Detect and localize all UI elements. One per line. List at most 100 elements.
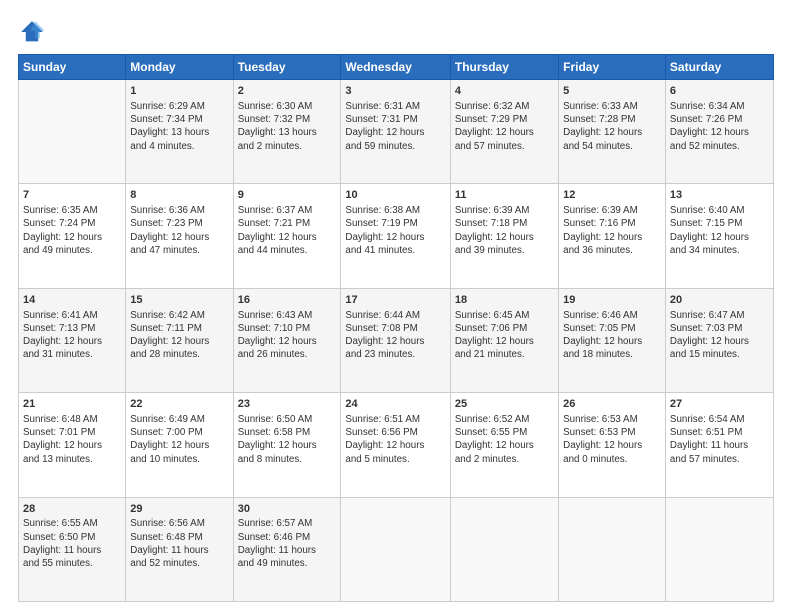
- calendar-cell: 15Sunrise: 6:42 AM Sunset: 7:11 PM Dayli…: [126, 288, 233, 392]
- day-info: Sunrise: 6:39 AM Sunset: 7:16 PM Dayligh…: [563, 204, 661, 257]
- day-number: 24: [345, 397, 445, 412]
- calendar-cell: 2Sunrise: 6:30 AM Sunset: 7:32 PM Daylig…: [233, 80, 341, 184]
- day-number: 29: [130, 502, 228, 517]
- weekday-header: Friday: [559, 55, 666, 80]
- day-info: Sunrise: 6:36 AM Sunset: 7:23 PM Dayligh…: [130, 204, 228, 257]
- calendar-cell: 14Sunrise: 6:41 AM Sunset: 7:13 PM Dayli…: [19, 288, 126, 392]
- day-number: 22: [130, 397, 228, 412]
- calendar-cell: 20Sunrise: 6:47 AM Sunset: 7:03 PM Dayli…: [665, 288, 773, 392]
- calendar-cell: 7Sunrise: 6:35 AM Sunset: 7:24 PM Daylig…: [19, 184, 126, 288]
- day-info: Sunrise: 6:50 AM Sunset: 6:58 PM Dayligh…: [238, 413, 337, 466]
- day-number: 13: [670, 188, 769, 203]
- day-number: 19: [563, 293, 661, 308]
- day-info: Sunrise: 6:37 AM Sunset: 7:21 PM Dayligh…: [238, 204, 337, 257]
- day-number: 4: [455, 84, 554, 99]
- calendar-cell: [450, 497, 558, 601]
- day-info: Sunrise: 6:34 AM Sunset: 7:26 PM Dayligh…: [670, 100, 769, 153]
- day-info: Sunrise: 6:43 AM Sunset: 7:10 PM Dayligh…: [238, 309, 337, 362]
- day-info: Sunrise: 6:38 AM Sunset: 7:19 PM Dayligh…: [345, 204, 445, 257]
- day-info: Sunrise: 6:29 AM Sunset: 7:34 PM Dayligh…: [130, 100, 228, 153]
- day-number: 26: [563, 397, 661, 412]
- weekday-header: Wednesday: [341, 55, 450, 80]
- calendar: SundayMondayTuesdayWednesdayThursdayFrid…: [18, 54, 774, 602]
- logo-icon: [18, 18, 46, 46]
- day-number: 18: [455, 293, 554, 308]
- day-info: Sunrise: 6:56 AM Sunset: 6:48 PM Dayligh…: [130, 517, 228, 570]
- calendar-cell: 9Sunrise: 6:37 AM Sunset: 7:21 PM Daylig…: [233, 184, 341, 288]
- day-info: Sunrise: 6:46 AM Sunset: 7:05 PM Dayligh…: [563, 309, 661, 362]
- day-number: 3: [345, 84, 445, 99]
- weekday-header: Tuesday: [233, 55, 341, 80]
- calendar-cell: 29Sunrise: 6:56 AM Sunset: 6:48 PM Dayli…: [126, 497, 233, 601]
- day-info: Sunrise: 6:57 AM Sunset: 6:46 PM Dayligh…: [238, 517, 337, 570]
- day-number: 8: [130, 188, 228, 203]
- calendar-cell: [665, 497, 773, 601]
- day-info: Sunrise: 6:51 AM Sunset: 6:56 PM Dayligh…: [345, 413, 445, 466]
- day-number: 10: [345, 188, 445, 203]
- day-info: Sunrise: 6:31 AM Sunset: 7:31 PM Dayligh…: [345, 100, 445, 153]
- day-number: 7: [23, 188, 121, 203]
- calendar-cell: 1Sunrise: 6:29 AM Sunset: 7:34 PM Daylig…: [126, 80, 233, 184]
- calendar-cell: 8Sunrise: 6:36 AM Sunset: 7:23 PM Daylig…: [126, 184, 233, 288]
- calendar-cell: [19, 80, 126, 184]
- day-number: 2: [238, 84, 337, 99]
- calendar-cell: 13Sunrise: 6:40 AM Sunset: 7:15 PM Dayli…: [665, 184, 773, 288]
- calendar-cell: 3Sunrise: 6:31 AM Sunset: 7:31 PM Daylig…: [341, 80, 450, 184]
- day-number: 5: [563, 84, 661, 99]
- calendar-cell: 5Sunrise: 6:33 AM Sunset: 7:28 PM Daylig…: [559, 80, 666, 184]
- calendar-cell: 26Sunrise: 6:53 AM Sunset: 6:53 PM Dayli…: [559, 393, 666, 497]
- day-info: Sunrise: 6:55 AM Sunset: 6:50 PM Dayligh…: [23, 517, 121, 570]
- weekday-header: Sunday: [19, 55, 126, 80]
- calendar-cell: 27Sunrise: 6:54 AM Sunset: 6:51 PM Dayli…: [665, 393, 773, 497]
- day-number: 6: [670, 84, 769, 99]
- calendar-cell: 25Sunrise: 6:52 AM Sunset: 6:55 PM Dayli…: [450, 393, 558, 497]
- calendar-cell: [341, 497, 450, 601]
- day-info: Sunrise: 6:45 AM Sunset: 7:06 PM Dayligh…: [455, 309, 554, 362]
- logo: [18, 18, 50, 46]
- calendar-cell: 12Sunrise: 6:39 AM Sunset: 7:16 PM Dayli…: [559, 184, 666, 288]
- day-number: 28: [23, 502, 121, 517]
- day-info: Sunrise: 6:53 AM Sunset: 6:53 PM Dayligh…: [563, 413, 661, 466]
- calendar-cell: 30Sunrise: 6:57 AM Sunset: 6:46 PM Dayli…: [233, 497, 341, 601]
- day-number: 27: [670, 397, 769, 412]
- day-info: Sunrise: 6:32 AM Sunset: 7:29 PM Dayligh…: [455, 100, 554, 153]
- calendar-cell: 22Sunrise: 6:49 AM Sunset: 7:00 PM Dayli…: [126, 393, 233, 497]
- day-number: 1: [130, 84, 228, 99]
- calendar-cell: 24Sunrise: 6:51 AM Sunset: 6:56 PM Dayli…: [341, 393, 450, 497]
- day-number: 23: [238, 397, 337, 412]
- day-info: Sunrise: 6:41 AM Sunset: 7:13 PM Dayligh…: [23, 309, 121, 362]
- day-info: Sunrise: 6:35 AM Sunset: 7:24 PM Dayligh…: [23, 204, 121, 257]
- day-number: 11: [455, 188, 554, 203]
- day-number: 20: [670, 293, 769, 308]
- calendar-cell: 6Sunrise: 6:34 AM Sunset: 7:26 PM Daylig…: [665, 80, 773, 184]
- weekday-header: Monday: [126, 55, 233, 80]
- day-number: 30: [238, 502, 337, 517]
- day-info: Sunrise: 6:40 AM Sunset: 7:15 PM Dayligh…: [670, 204, 769, 257]
- calendar-cell: 11Sunrise: 6:39 AM Sunset: 7:18 PM Dayli…: [450, 184, 558, 288]
- calendar-cell: 19Sunrise: 6:46 AM Sunset: 7:05 PM Dayli…: [559, 288, 666, 392]
- day-info: Sunrise: 6:39 AM Sunset: 7:18 PM Dayligh…: [455, 204, 554, 257]
- calendar-cell: 23Sunrise: 6:50 AM Sunset: 6:58 PM Dayli…: [233, 393, 341, 497]
- day-info: Sunrise: 6:30 AM Sunset: 7:32 PM Dayligh…: [238, 100, 337, 153]
- calendar-cell: 4Sunrise: 6:32 AM Sunset: 7:29 PM Daylig…: [450, 80, 558, 184]
- day-info: Sunrise: 6:52 AM Sunset: 6:55 PM Dayligh…: [455, 413, 554, 466]
- calendar-cell: 10Sunrise: 6:38 AM Sunset: 7:19 PM Dayli…: [341, 184, 450, 288]
- day-info: Sunrise: 6:49 AM Sunset: 7:00 PM Dayligh…: [130, 413, 228, 466]
- calendar-cell: 18Sunrise: 6:45 AM Sunset: 7:06 PM Dayli…: [450, 288, 558, 392]
- day-number: 14: [23, 293, 121, 308]
- day-number: 25: [455, 397, 554, 412]
- day-number: 9: [238, 188, 337, 203]
- day-number: 21: [23, 397, 121, 412]
- calendar-cell: [559, 497, 666, 601]
- day-info: Sunrise: 6:33 AM Sunset: 7:28 PM Dayligh…: [563, 100, 661, 153]
- day-info: Sunrise: 6:47 AM Sunset: 7:03 PM Dayligh…: [670, 309, 769, 362]
- calendar-cell: 21Sunrise: 6:48 AM Sunset: 7:01 PM Dayli…: [19, 393, 126, 497]
- day-info: Sunrise: 6:48 AM Sunset: 7:01 PM Dayligh…: [23, 413, 121, 466]
- day-number: 17: [345, 293, 445, 308]
- day-number: 16: [238, 293, 337, 308]
- day-info: Sunrise: 6:54 AM Sunset: 6:51 PM Dayligh…: [670, 413, 769, 466]
- day-number: 15: [130, 293, 228, 308]
- weekday-header: Thursday: [450, 55, 558, 80]
- calendar-cell: 17Sunrise: 6:44 AM Sunset: 7:08 PM Dayli…: [341, 288, 450, 392]
- day-info: Sunrise: 6:42 AM Sunset: 7:11 PM Dayligh…: [130, 309, 228, 362]
